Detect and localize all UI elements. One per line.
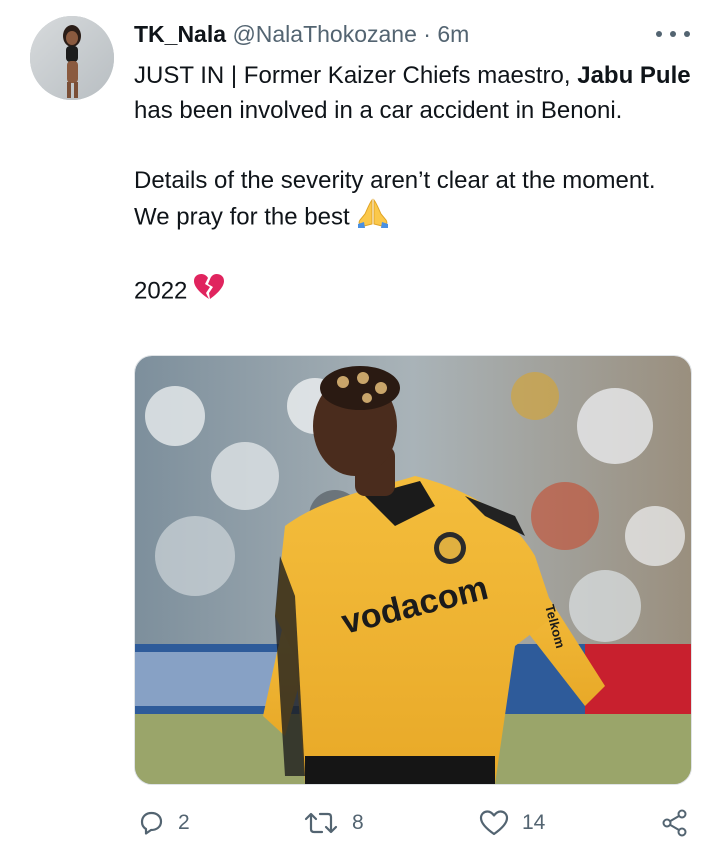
avatar-image: [30, 16, 114, 100]
dot: [684, 31, 690, 37]
timestamp[interactable]: 6m: [437, 21, 469, 47]
tweet-text: JUST IN | Former Kaizer Chiefs maestro, …: [134, 58, 694, 311]
action-bar: 2 8 14: [0, 800, 720, 846]
bold-name: Jabu Pule: [577, 62, 691, 89]
reply-count: 2: [178, 811, 190, 834]
reply-icon: [140, 811, 163, 835]
dot: [670, 31, 676, 37]
tweet-header: TK_Nala @NalaThokozane · 6m: [134, 20, 469, 48]
retweet-button[interactable]: 8: [302, 808, 364, 838]
more-dots-icon[interactable]: [656, 22, 690, 46]
reply-button[interactable]: 2: [136, 808, 190, 838]
text-segment: JUST IN | Former Kaizer Chiefs maestro,: [134, 62, 578, 89]
retweet-icon: [304, 812, 338, 834]
tweet-paragraph-3: 2022: [134, 273, 694, 311]
dot: [656, 31, 662, 37]
display-name[interactable]: TK_Nala: [134, 21, 226, 47]
tweet-paragraph-1: JUST IN | Former Kaizer Chiefs maestro, …: [134, 58, 694, 128]
text-segment: Details of the severity aren’t clear at …: [134, 167, 656, 231]
handle[interactable]: @NalaThokozane: [232, 21, 416, 47]
text-segment: has been involved in a car accident in B…: [134, 97, 623, 124]
like-count: 14: [522, 811, 546, 834]
broken-heart-emoji: [193, 273, 225, 311]
avatar[interactable]: [30, 16, 114, 100]
praying-hands-emoji: [356, 198, 390, 238]
share-icon: [662, 809, 687, 837]
player-photo: vodacom Telkom: [135, 356, 691, 784]
tweet-media[interactable]: vodacom Telkom: [134, 355, 692, 785]
separator: ·: [423, 21, 431, 47]
share-button[interactable]: [660, 808, 702, 838]
like-button[interactable]: 14: [478, 808, 545, 838]
tweet-paragraph-2: Details of the severity aren’t clear at …: [134, 163, 694, 238]
text-segment: 2022: [134, 277, 188, 305]
retweet-count: 8: [352, 811, 364, 834]
like-icon: [479, 810, 509, 836]
